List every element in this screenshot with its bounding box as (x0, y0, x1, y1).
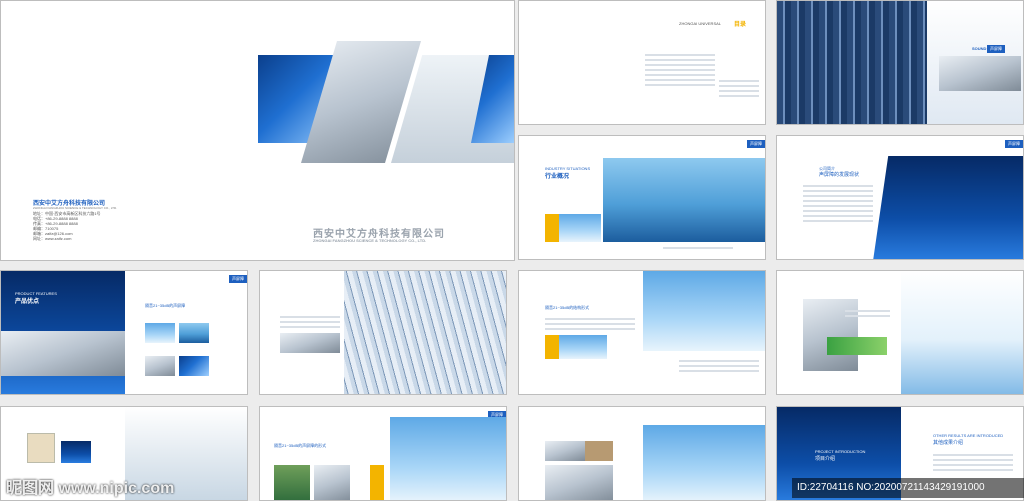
night-photo (61, 441, 91, 463)
contact-line: 网址：www.zaifz.com (33, 236, 72, 241)
project-en: PROJECT INTRODUCTION (815, 449, 866, 454)
industry-text (663, 244, 733, 252)
structure-thumb (559, 335, 607, 359)
cert-photo (27, 433, 55, 463)
overpass-photo (873, 156, 1023, 259)
section-c-title: 隔音21~35dB的声屏障的形式 (274, 443, 327, 448)
yellow-block (545, 214, 559, 242)
watermark-logo: 昵图网 www.nipic.com (6, 480, 175, 497)
spread-tower: SOUND 声屏障 (776, 0, 1024, 125)
cable-bridge-photo (901, 271, 1023, 394)
thumb (145, 356, 175, 376)
arch-thumb-3 (545, 465, 613, 500)
thumb (145, 323, 175, 343)
structure-text-right (679, 357, 759, 375)
harbor-photo (390, 417, 506, 500)
spread-forms: 声屏障 隔音21~35dB的声屏障的形式 (259, 406, 507, 501)
spread-contents: ZHONGAI UNIVERSAL 目录 (518, 0, 766, 125)
spread-product: PRODUCT FEATURES 产品优点 声屏障 隔音21~35dB的声屏障 (0, 270, 248, 395)
hall-thumb (280, 333, 340, 353)
spread-archbridge (518, 406, 766, 501)
contents-list-right (719, 77, 759, 100)
page-tag: 声屏障 (229, 275, 247, 283)
tower-thumb (939, 56, 1021, 91)
results-text (933, 451, 1013, 474)
forms-thumb (314, 465, 350, 500)
yellow-block (370, 465, 384, 500)
product-cn: 产品优点 (15, 299, 40, 305)
results-cn: 其他成果介绍 (933, 440, 964, 446)
section-b-title: 隔音21~35dB的结构形式 (545, 305, 590, 310)
spread-structure: 声屏障 隔音21~35dB的结构形式 (518, 270, 766, 395)
cover-logo-en: ZHONGAI FANGZHOU SCIENCE & TECHNOLOGY CO… (313, 238, 427, 243)
highway-photo (643, 271, 765, 351)
spread-cable (776, 270, 1024, 395)
industry-thumb (559, 214, 601, 242)
yellow-block (545, 335, 559, 359)
company-name-en: ZHONGAI FANGZHOU SCIENCE & TECHNOLOGY CO… (33, 206, 118, 210)
spread-industry: 声屏障 INDUSTRY SITUATIONS 行业概况 (518, 135, 766, 260)
contents-list-left (645, 51, 715, 89)
page-tag: 声屏障 (747, 140, 765, 148)
company-text (803, 182, 873, 225)
hall-photo (344, 271, 506, 394)
forms-thumb-green (274, 465, 310, 500)
bridge-photo (603, 158, 765, 242)
spread-glasshall: 声屏障 (259, 270, 507, 395)
spread-cover: 西安中艾方舟科技有限公司 ZHONGAI FANGZHOU SCIENCE & … (0, 0, 515, 261)
cable-green (827, 337, 887, 355)
spread-company: 声屏障 公司简介 声屏障的发展现状 (776, 135, 1024, 260)
arch-photo (643, 425, 765, 500)
product-subphoto (1, 331, 125, 376)
company-cn: 声屏障的发展现状 (819, 172, 860, 178)
results-en: OTHER RESULTS ARE INTRODUCED (933, 433, 1004, 438)
structure-text (545, 315, 635, 333)
thumb (179, 323, 209, 343)
industry-cn: 行业概况 (545, 174, 570, 180)
contact-block: 地址：中国·西安市高新区科技六路1号 电话：+86-29-8888 8888 传… (33, 211, 101, 241)
section-a-title: 隔音21~35dB的声屏障 (145, 303, 186, 308)
tower-photo (777, 1, 927, 124)
contents-brand: ZHONGAI UNIVERSAL (679, 21, 722, 26)
contents-title: 目录 (734, 22, 747, 28)
page-tag: 声屏障 (1005, 140, 1023, 148)
cable-text (845, 307, 890, 320)
arch-thumb-2 (585, 441, 613, 461)
sound-label-cn: 声屏障 (987, 45, 1005, 53)
arch-thumb-1 (545, 441, 585, 461)
thumb (179, 356, 209, 376)
image-id-text: ID:22704116 NO:20200721143429191000 (797, 482, 985, 493)
hall-text (280, 313, 340, 331)
project-cn: 项目介绍 (815, 456, 836, 462)
